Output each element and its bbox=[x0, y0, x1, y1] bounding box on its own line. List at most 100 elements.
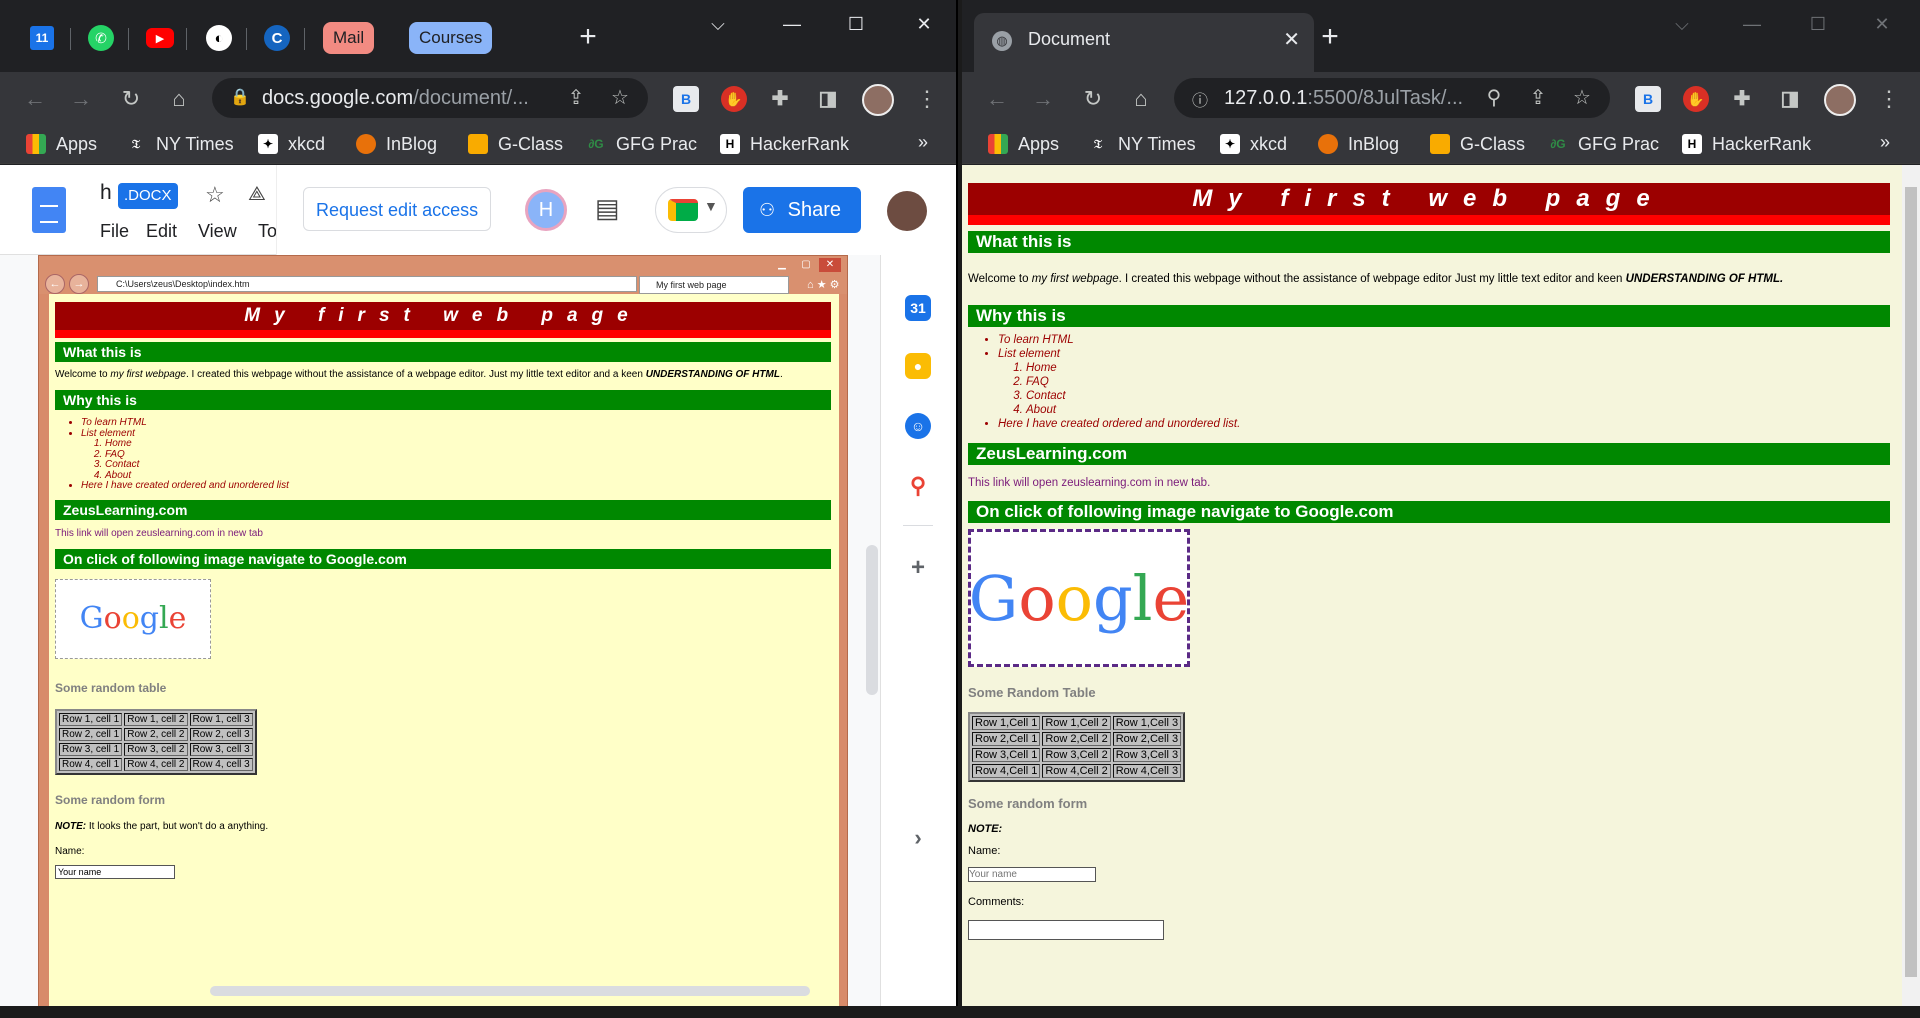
bookmark-hackerrank[interactable]: H HackerRank bbox=[1682, 132, 1811, 156]
move-to-drive-icon[interactable]: ⟁ bbox=[248, 183, 266, 206]
github-icon[interactable]: ◐ bbox=[206, 25, 232, 51]
bookmark-nytimes[interactable]: 𝔗 NY Times bbox=[1088, 132, 1196, 156]
name-label: Name: bbox=[968, 845, 1001, 857]
home-icon[interactable]: ⌂ bbox=[164, 84, 194, 114]
bookmark-star-icon[interactable]: ☆ bbox=[606, 84, 634, 112]
heading-google: On click of following image navigate to … bbox=[968, 501, 1890, 523]
minimize-icon[interactable]: — bbox=[1732, 12, 1772, 36]
menu-tools[interactable]: To bbox=[258, 221, 277, 242]
bookmarks-overflow-icon[interactable]: » bbox=[1880, 132, 1890, 153]
bookmark-inblog[interactable]: InBlog bbox=[356, 132, 437, 156]
bookmark-xkcd[interactable]: ✦ xkcd bbox=[1220, 132, 1287, 156]
extensions-puzzle-icon[interactable]: ✚ bbox=[767, 86, 793, 112]
forward-icon[interactable]: → bbox=[66, 84, 96, 114]
menu-edit[interactable]: Edit bbox=[146, 221, 177, 242]
user-avatar[interactable] bbox=[887, 191, 927, 231]
vertical-scrollbar[interactable] bbox=[1902, 165, 1920, 1006]
scrollbar-thumb[interactable] bbox=[1905, 187, 1917, 977]
menu-kebab-icon[interactable]: ⋮ bbox=[1878, 84, 1900, 114]
share-page-icon[interactable]: ⇪ bbox=[562, 84, 590, 112]
tab-search-chevron-icon[interactable]: ⌵ bbox=[698, 12, 738, 36]
reload-icon[interactable]: ↻ bbox=[116, 84, 146, 114]
star-icon[interactable]: ☆ bbox=[205, 182, 225, 208]
bookmark-hackerrank[interactable]: H HackerRank bbox=[720, 132, 849, 156]
minimize-icon[interactable]: — bbox=[772, 12, 812, 36]
ie-back-icon: ← bbox=[45, 274, 65, 294]
share-button[interactable]: ⚇ Share bbox=[743, 187, 861, 233]
whatsapp-icon[interactable]: ✆ bbox=[88, 25, 114, 51]
maximize-icon[interactable]: ☐ bbox=[1798, 12, 1838, 36]
adblock-icon[interactable]: ✋ bbox=[721, 86, 747, 112]
side-panel-icon[interactable]: ◨ bbox=[815, 86, 841, 112]
bookmark-xkcd[interactable]: ✦ xkcd bbox=[258, 132, 325, 156]
bookmark-star-icon[interactable]: ☆ bbox=[1568, 84, 1596, 112]
new-tab-plus-icon[interactable]: + bbox=[1314, 22, 1346, 54]
address-bar[interactable]: 🔒 docs.google.com/document/... ⇪ ☆ bbox=[212, 78, 648, 118]
c-icon[interactable]: C bbox=[264, 25, 290, 51]
bookmarks-overflow-icon[interactable]: » bbox=[918, 132, 928, 153]
tab-separator bbox=[186, 28, 187, 50]
docs-vertical-scrollbar[interactable] bbox=[866, 545, 878, 695]
doc-title[interactable]: h bbox=[100, 181, 112, 205]
back-icon[interactable]: ← bbox=[20, 84, 50, 114]
bookmark-gfgprac[interactable]: ∂G GFG Prac bbox=[1548, 132, 1659, 156]
menu-kebab-icon[interactable]: ⋮ bbox=[916, 84, 938, 114]
home-icon[interactable]: ⌂ bbox=[1126, 84, 1156, 114]
tab-group-courses[interactable]: Courses bbox=[409, 22, 493, 54]
comments-textarea[interactable] bbox=[968, 920, 1164, 940]
bookmark-inblog[interactable]: InBlog bbox=[1318, 132, 1399, 156]
heading-what: What this is bbox=[55, 342, 831, 362]
share-page-icon[interactable]: ⇪ bbox=[1524, 84, 1552, 112]
keep-icon[interactable]: ● bbox=[905, 353, 931, 379]
calendar-icon[interactable]: 31 bbox=[905, 295, 931, 321]
heading-what: What this is bbox=[968, 231, 1890, 253]
add-addon-icon[interactable]: + bbox=[905, 555, 931, 581]
list-item: Here I have created ordered and unordere… bbox=[998, 417, 1890, 431]
docs-horizontal-scrollbar[interactable] bbox=[210, 986, 810, 996]
comments-icon[interactable]: ▤ bbox=[595, 193, 620, 224]
extensions-puzzle-icon[interactable]: ✚ bbox=[1729, 86, 1755, 112]
menu-file[interactable]: File bbox=[100, 221, 129, 242]
calendar-icon[interactable]: 11 bbox=[30, 26, 54, 50]
bookmark-gclass[interactable]: G-Class bbox=[468, 132, 563, 156]
contacts-icon[interactable]: ☺ bbox=[905, 413, 931, 439]
extension-b-icon[interactable]: B bbox=[1635, 86, 1661, 112]
close-window-icon[interactable]: ✕ bbox=[904, 12, 944, 36]
maps-icon[interactable]: ⚲ bbox=[905, 473, 931, 499]
zeus-link[interactable]: This link will open zeuslearning.com in … bbox=[968, 477, 1890, 489]
tab-group-mail[interactable]: Mail bbox=[323, 22, 375, 54]
forward-icon[interactable]: → bbox=[1028, 84, 1058, 114]
meet-button[interactable]: ▼ bbox=[655, 187, 727, 233]
close-tab-icon[interactable]: ✕ bbox=[1283, 27, 1300, 52]
collaborator-avatar[interactable]: H bbox=[525, 189, 567, 231]
bookmark-gfgprac[interactable]: ∂G GFG Prac bbox=[586, 132, 697, 156]
docs-logo-icon[interactable] bbox=[32, 187, 66, 233]
new-tab-plus-icon[interactable]: + bbox=[572, 22, 604, 54]
ie-titlebar: ▁ ▢ ✕ ← → C:\Users\zeus\Desktop\index.ht… bbox=[39, 256, 847, 294]
side-panel-icon[interactable]: ◨ bbox=[1777, 86, 1803, 112]
menu-view[interactable]: View bbox=[198, 221, 237, 242]
profile-avatar[interactable] bbox=[862, 84, 894, 116]
extension-b-icon[interactable]: B bbox=[673, 86, 699, 112]
bookmark-nytimes[interactable]: 𝔗 NY Times bbox=[126, 132, 234, 156]
zoom-icon[interactable]: ⚲ bbox=[1480, 84, 1508, 112]
bookmark-gclass[interactable]: G-Class bbox=[1430, 132, 1525, 156]
name-field: Your name bbox=[55, 864, 175, 879]
tab-document[interactable]: ◍ Document ✕ bbox=[974, 13, 1314, 72]
bookmark-apps[interactable]: Apps bbox=[26, 132, 97, 156]
profile-avatar[interactable] bbox=[1824, 84, 1856, 116]
ie-page: My first web page What this is Welcome t… bbox=[49, 294, 839, 1006]
adblock-icon[interactable]: ✋ bbox=[1683, 86, 1709, 112]
tab-search-chevron-icon[interactable]: ⌵ bbox=[1662, 12, 1702, 36]
expand-panel-icon[interactable]: › bbox=[905, 825, 931, 851]
youtube-icon[interactable]: ▶ bbox=[146, 28, 174, 48]
bookmark-apps[interactable]: Apps bbox=[988, 132, 1059, 156]
request-edit-button[interactable]: Request edit access bbox=[303, 187, 492, 231]
back-icon[interactable]: ← bbox=[982, 84, 1012, 114]
google-logo-link[interactable]: Google bbox=[968, 529, 1190, 667]
address-bar[interactable]: ⓘ 127.0.0.1:5500/8JulTask/... ⚲ ⇪ ☆ bbox=[1174, 78, 1610, 118]
reload-icon[interactable]: ↻ bbox=[1078, 84, 1108, 114]
close-window-icon[interactable]: ✕ bbox=[1862, 12, 1902, 36]
maximize-icon[interactable]: ☐ bbox=[836, 12, 876, 36]
name-input[interactable] bbox=[968, 867, 1096, 882]
